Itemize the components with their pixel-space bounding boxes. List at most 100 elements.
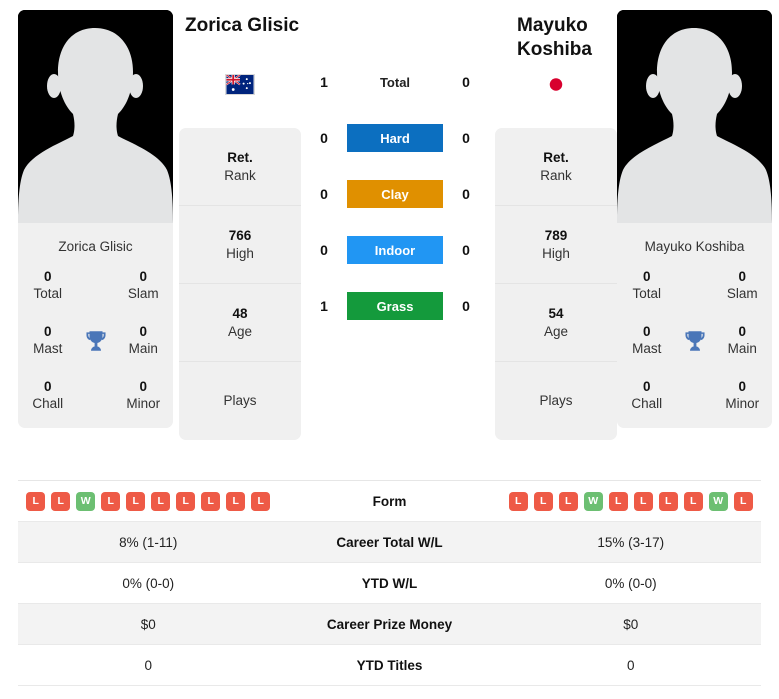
right-form-strip: LLLWLLLLWL	[501, 491, 762, 511]
left-title-chall-value: 0	[43, 378, 52, 394]
right-title-main-label: Main	[727, 340, 757, 356]
h2h-row-grass: 1 Grass 0	[301, 292, 489, 320]
form-badge-loss: L	[251, 491, 271, 511]
right-titles-card: Mayuko Koshiba 0 Total 0 Slam 0 Mast 0 M…	[617, 223, 773, 429]
right-player-column: Mayuko Koshiba 0 Total 0 Slam 0 Mast 0 M…	[617, 10, 773, 429]
left-title-total: 0 Total	[18, 269, 78, 303]
stats-label-ytd-titles: YTD Titles	[356, 657, 423, 673]
left-titles-grid: 0 Total 0 Slam 0 Mast 0 Main 0 Chall 0 M…	[18, 269, 173, 412]
h2h-grass-badge[interactable]: Grass	[347, 292, 443, 320]
h2h-indoor-right: 0	[462, 242, 470, 258]
form-badge-win: W	[76, 491, 96, 511]
left-title-minor-value: 0	[139, 378, 147, 394]
form-badge-loss: L	[51, 491, 71, 511]
h2h-total-label: Total	[379, 74, 411, 90]
japan-flag-icon	[541, 74, 571, 95]
stats-label-career-prize-money: Career Prize Money	[326, 616, 453, 632]
right-player-name[interactable]: Mayuko Koshiba	[495, 14, 617, 66]
form-badge-loss: L	[633, 491, 653, 511]
top-section: Zorica Glisic 0 Total 0 Slam 0 Mast 0 Ma…	[0, 0, 779, 470]
form-badge-loss: L	[126, 491, 146, 511]
left-title-main-value: 0	[139, 323, 147, 339]
h2h-row-hard: 0 Hard 0	[301, 124, 489, 152]
stats-row-career-total-wl: 8% (1-11) Career Total W/L 15% (3-17)	[18, 522, 761, 563]
left-title-main: 0 Main	[114, 324, 174, 358]
right-rank-card: Ret. Rank 789 High 54 Age Plays	[495, 128, 617, 440]
australia-flag-icon	[225, 74, 255, 95]
stats-label-form: Form	[372, 493, 407, 509]
left-age-value: 48	[232, 305, 248, 321]
h2h-row-indoor: 0 Indoor 0	[301, 236, 489, 264]
form-badge-win: W	[583, 491, 603, 511]
h2h-row-total: 1 Total 0	[301, 68, 489, 96]
right-rank-column: Mayuko Koshiba Ret. Rank 789 High 54 Age…	[495, 10, 617, 440]
left-titles-card: Zorica Glisic 0 Total 0 Slam 0 Mast 0 Ma…	[18, 223, 173, 429]
left-title-minor: 0 Minor	[114, 379, 174, 413]
right-ytd-wl: 0% (0-0)	[604, 575, 657, 591]
right-form-cell: LLLWLLLLWL	[501, 491, 762, 511]
h2h-grass-left: 1	[320, 298, 328, 314]
right-age-label: Age	[543, 323, 569, 339]
left-high-label: High	[226, 245, 254, 261]
right-title-total-label: Total	[632, 286, 662, 302]
h2h-indoor-badge[interactable]: Indoor	[347, 236, 443, 264]
form-badge-win: W	[708, 491, 728, 511]
right-high-cell: 789 High	[495, 206, 617, 284]
right-career-total-wl: 15% (3-17)	[597, 534, 665, 550]
trophy-icon	[684, 331, 705, 351]
left-rank-label: Rank	[224, 167, 256, 183]
right-title-minor: 0 Minor	[713, 379, 773, 413]
left-title-mast: 0 Mast	[18, 324, 78, 358]
right-title-total-value: 0	[642, 269, 651, 285]
left-career-prize-money: $0	[140, 616, 156, 632]
left-form-strip: LLWLLLLLLL	[18, 491, 279, 511]
left-ytd-wl: 0% (0-0)	[122, 575, 175, 591]
h2h-row-clay: 0 Clay 0	[301, 180, 489, 208]
head-to-head-column: 1 Total 0 0 Hard 0 0 Clay 0 0 Indoor 0 1	[301, 10, 489, 320]
right-ytd-titles: 0	[626, 657, 635, 673]
left-high-cell: 766 High	[179, 206, 301, 284]
stats-comparison-table: LLWLLLLLLL Form LLLWLLLLWL 8% (1-11) Car…	[18, 480, 761, 686]
right-title-mast-label: Mast	[632, 340, 662, 356]
left-title-slam: 0 Slam	[114, 269, 174, 303]
left-player-name[interactable]: Zorica Glisic	[179, 14, 301, 66]
h2h-hard-badge[interactable]: Hard	[347, 124, 443, 152]
left-title-chall: 0 Chall	[18, 379, 78, 413]
left-form-cell: LLWLLLLLLL	[18, 491, 279, 511]
form-badge-loss: L	[558, 491, 578, 511]
right-title-minor-label: Minor	[725, 395, 760, 411]
right-title-chall-label: Chall	[631, 395, 663, 411]
h2h-clay-badge[interactable]: Clay	[347, 180, 443, 208]
left-player-column: Zorica Glisic 0 Total 0 Slam 0 Mast 0 Ma…	[18, 10, 173, 429]
right-title-slam: 0 Slam	[713, 269, 773, 303]
form-badge-loss: L	[733, 491, 753, 511]
left-title-slam-label: Slam	[127, 286, 159, 302]
form-badge-loss: L	[26, 491, 46, 511]
form-badge-loss: L	[658, 491, 678, 511]
form-badge-loss: L	[608, 491, 628, 511]
h2h-clay-right: 0	[462, 186, 470, 202]
right-age-value: 54	[548, 305, 564, 321]
h2h-indoor-left: 0	[320, 242, 328, 258]
left-card-player-name: Zorica Glisic	[58, 239, 133, 254]
h2h-clay-left: 0	[320, 186, 328, 202]
right-card-player-name: Mayuko Koshiba	[644, 239, 745, 254]
stats-label-career-total-wl: Career Total W/L	[336, 534, 443, 550]
right-title-total: 0 Total	[617, 269, 677, 303]
h2h-total-left: 1	[320, 74, 328, 90]
form-badge-loss: L	[176, 491, 196, 511]
h2h-grass-right: 0	[462, 298, 470, 314]
left-title-chall-label: Chall	[32, 395, 64, 411]
right-title-slam-label: Slam	[726, 286, 758, 302]
right-trophy-icon-cell	[677, 328, 713, 354]
player-comparison-page: Zorica Glisic 0 Total 0 Slam 0 Mast 0 Ma…	[0, 0, 779, 699]
left-title-mast-label: Mast	[33, 340, 63, 356]
stats-label-ytd-wl: YTD W/L	[361, 575, 418, 591]
right-player-avatar	[617, 10, 772, 223]
left-title-slam-value: 0	[139, 269, 147, 285]
left-rank-value: Ret.	[227, 149, 253, 165]
right-rank-label: Rank	[540, 167, 572, 183]
left-rank-card: Ret. Rank 766 High 48 Age Plays	[179, 128, 301, 440]
left-trophy-icon-cell	[78, 328, 114, 354]
left-title-minor-label: Minor	[126, 395, 161, 411]
